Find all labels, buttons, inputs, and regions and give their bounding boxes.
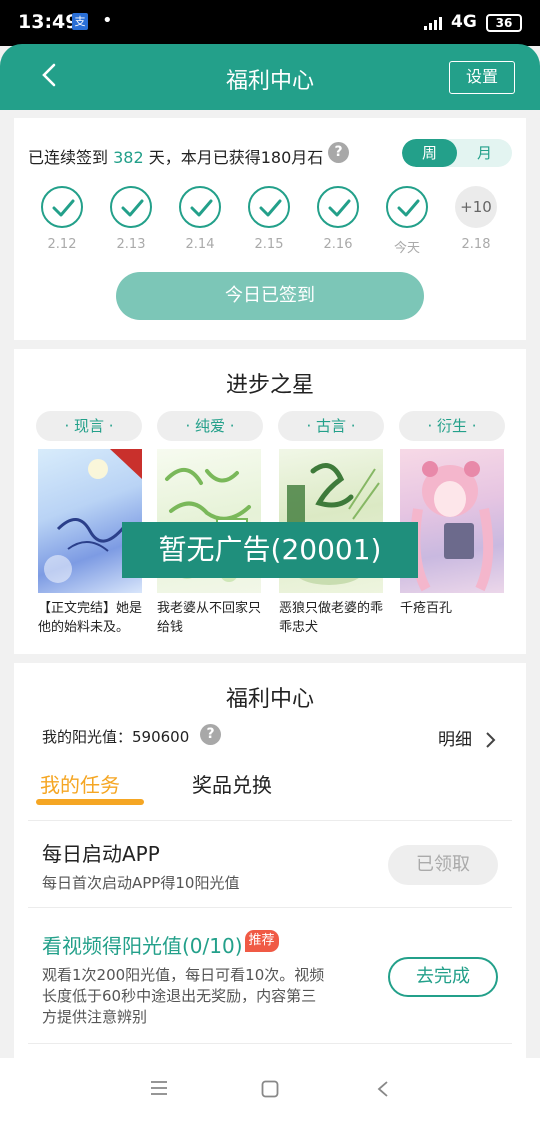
- help-icon[interactable]: ?: [328, 142, 349, 163]
- battery-icon: 36: [486, 14, 522, 32]
- book-title: 我老婆从不回家只给钱: [157, 601, 262, 635]
- checkin-day: 2.14: [179, 186, 221, 252]
- desc-line: 方提供注意辨别: [42, 1008, 148, 1026]
- tab-prize-exchange[interactable]: 奖品兑换: [192, 769, 272, 798]
- category-tab[interactable]: · 古言 ·: [278, 411, 384, 441]
- help-icon[interactable]: ?: [200, 724, 221, 745]
- desc-line: 观看1次200阳光值，每日可看10次。视频: [42, 966, 325, 984]
- desc-line: 长度低于60秒中途退出无奖励，内容第三: [42, 987, 317, 1005]
- menu-icon[interactable]: [150, 1080, 168, 1100]
- detail-link[interactable]: 明细: [438, 725, 497, 750]
- checkin-day-future: +10 2.18: [455, 186, 497, 252]
- divider: [28, 1043, 512, 1044]
- divider: [28, 907, 512, 908]
- day-label: 今天: [393, 241, 420, 256]
- check-icon: [41, 186, 83, 228]
- checkin-day-today: 今天: [386, 186, 428, 256]
- video-task-title: 看视频得阳光值(0/10): [42, 934, 243, 958]
- chevron-right-icon: [486, 732, 496, 748]
- book-title: 千疮百孔: [400, 601, 453, 616]
- signal-icon: [424, 16, 446, 30]
- checkin-suffix: 天，本月已获得180月石: [148, 148, 324, 167]
- category-tab[interactable]: · 现言 ·: [36, 411, 142, 441]
- status-time: 13:49: [18, 11, 79, 33]
- detail-label: 明细: [438, 730, 472, 750]
- checkin-day: 2.12: [41, 186, 83, 252]
- task-desc: 每日首次启动APP得10阳光值: [42, 874, 240, 892]
- book-title: 【正文完结】她是他的始料未及。: [38, 601, 143, 635]
- book-title: 恶狼只做老婆的乖乖忠犬: [279, 601, 384, 635]
- category-tab[interactable]: · 衍生 ·: [399, 411, 505, 441]
- check-icon: [248, 186, 290, 228]
- system-nav-bar: [0, 1058, 540, 1124]
- task-title: 看视频得阳光值(0/10) 推荐: [42, 930, 279, 959]
- section-title: 进步之星: [225, 373, 314, 398]
- task-title: 每日启动APP: [42, 842, 160, 866]
- checkin-day: 2.16: [317, 186, 359, 252]
- checkin-day: 2.13: [110, 186, 152, 252]
- app-notification-icon: 支: [72, 13, 88, 30]
- status-bar: 13:49 支 • 4G 36: [0, 0, 540, 46]
- checkin-summary: 已连续签到 382 天，本月已获得180月石: [28, 144, 323, 168]
- tab-my-tasks[interactable]: 我的任务: [40, 769, 120, 798]
- divider: [28, 820, 512, 821]
- task-desc: 观看1次200阳光值，每日可看10次。视频 长度低于60秒中途退出无奖励，内容第…: [42, 965, 324, 1028]
- recommend-badge: 推荐: [244, 930, 279, 952]
- status-dot: •: [102, 10, 113, 31]
- day-label: 2.14: [185, 237, 215, 252]
- check-icon: [179, 186, 221, 228]
- received-button[interactable]: 已领取: [388, 845, 498, 885]
- check-icon: [317, 186, 359, 228]
- welfare-card: 福利中心 我的阳光值：590600 ? 明细 我的任务 奖品兑换 每日启动APP…: [14, 663, 526, 1063]
- reward-value: +10: [455, 186, 497, 228]
- checkin-prefix: 已连续签到: [28, 148, 109, 167]
- back-triangle-icon[interactable]: [376, 1080, 390, 1102]
- day-label: 2.12: [47, 237, 77, 252]
- checkin-card: 已连续签到 382 天，本月已获得180月石 ? 周 月 2.12 2.13 2…: [14, 118, 526, 340]
- day-label: 2.13: [116, 237, 146, 252]
- toggle-week[interactable]: 周: [402, 139, 457, 167]
- checkin-days: 382: [113, 148, 144, 167]
- week-month-toggle: 周 月: [402, 139, 512, 167]
- progress-star-card: 进步之星 · 现言 · · 纯爱 · · 古言 · · 衍生 · 【正文完结】她…: [14, 349, 526, 654]
- day-label: 2.16: [323, 237, 353, 252]
- ad-placeholder[interactable]: 暂无广告(20001): [122, 522, 418, 578]
- go-complete-button[interactable]: 去完成: [388, 957, 498, 997]
- check-icon: [110, 186, 152, 228]
- sunshine-value: 我的阳光值：590600: [42, 728, 190, 746]
- checkin-day: 2.15: [248, 186, 290, 252]
- check-icon: [386, 186, 428, 228]
- checked-in-button[interactable]: 今日已签到: [116, 272, 424, 320]
- day-label: 2.18: [461, 237, 491, 252]
- network-type: 4G: [451, 12, 477, 32]
- app-header: 福利中心 设置: [0, 44, 540, 110]
- settings-button[interactable]: 设置: [449, 61, 515, 94]
- section-title: 福利中心: [225, 687, 314, 712]
- toggle-month[interactable]: 月: [457, 139, 512, 167]
- tab-underline: [36, 799, 144, 805]
- day-label: 2.15: [254, 237, 284, 252]
- home-square-icon[interactable]: [261, 1080, 279, 1102]
- category-tab[interactable]: · 纯爱 ·: [157, 411, 263, 441]
